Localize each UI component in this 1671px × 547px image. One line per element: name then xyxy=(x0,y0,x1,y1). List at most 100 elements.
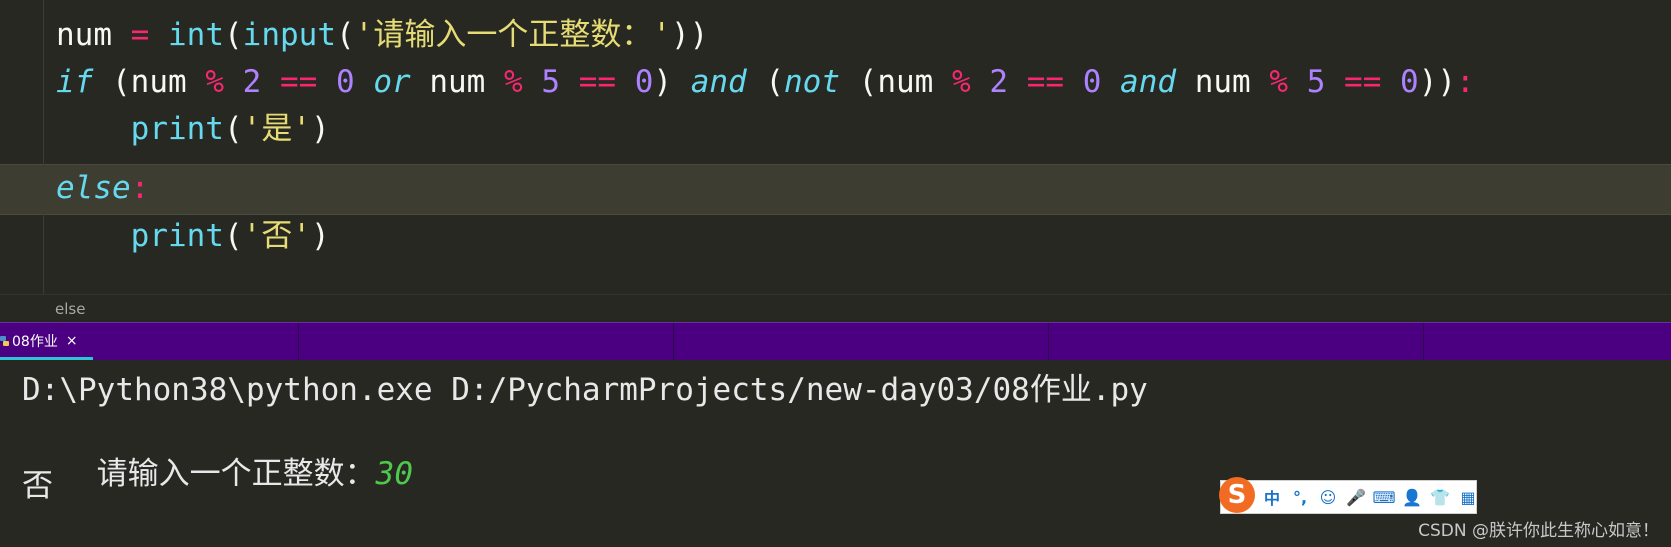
code-token: 2 xyxy=(989,64,1009,100)
code-token: int xyxy=(168,17,224,53)
code-token: '请输入一个正整数：' xyxy=(354,17,671,53)
code-token: 0 xyxy=(634,64,654,100)
code-token: == xyxy=(1344,64,1382,100)
csdn-watermark: CSDN @朕许你此生称心如意！ xyxy=(1418,521,1659,541)
code-line-1[interactable]: num = int(input('请输入一个正整数：')) xyxy=(56,10,708,60)
code-token: % xyxy=(1269,64,1289,100)
code-token: == xyxy=(1026,64,1065,100)
code-token: num xyxy=(1176,64,1270,100)
code-token: ) xyxy=(653,64,691,100)
keyboard-icon[interactable]: ⌨ xyxy=(1372,486,1395,508)
chinese-mode-icon[interactable]: 中 xyxy=(1261,486,1283,508)
code-token: ( xyxy=(336,17,355,53)
current-line-highlight xyxy=(0,164,1671,215)
code-token: if xyxy=(56,64,94,100)
code-token: = xyxy=(130,17,150,53)
code-token: or xyxy=(373,64,411,100)
console-prompt-line[interactable]: 请输入一个正整数：30 xyxy=(22,412,413,529)
code-token: 0 xyxy=(336,64,355,100)
code-token: ( xyxy=(746,64,785,100)
code-token: and xyxy=(690,64,747,100)
code-token: % xyxy=(205,64,224,100)
code-token: '是' xyxy=(242,111,311,147)
code-token: : xyxy=(130,170,150,206)
code-token: 0 xyxy=(1082,64,1102,100)
tab-label: 08作业 xyxy=(12,334,58,350)
code-token: 5 xyxy=(1306,64,1326,100)
tab-separator xyxy=(298,323,299,361)
code-token: ( xyxy=(223,218,243,254)
emoji-icon[interactable]: ☺ xyxy=(1317,486,1339,508)
code-token: )) xyxy=(671,17,709,53)
user-icon[interactable]: 👤 xyxy=(1401,486,1423,508)
code-line-3[interactable]: print('是') xyxy=(56,104,330,154)
skin-shirt-icon[interactable]: 👕 xyxy=(1429,486,1451,508)
console-prompt: 请输入一个正整数： xyxy=(96,456,376,492)
code-token: )) xyxy=(1418,64,1457,100)
code-token: == xyxy=(280,64,318,100)
code-token: 2 xyxy=(242,64,262,100)
sogou-logo-icon[interactable]: S xyxy=(1219,477,1255,513)
breadcrumb-bar: else xyxy=(0,294,1671,323)
code-token: '否' xyxy=(242,218,311,254)
code-token: num xyxy=(56,17,131,53)
code-line-4[interactable]: else: xyxy=(56,163,149,213)
console-input-value: 30 xyxy=(375,456,413,492)
code-token: == xyxy=(578,64,617,100)
console-command-line: D:\Python38\python.exe D:/PycharmProject… xyxy=(22,372,1148,408)
breadcrumb[interactable]: else xyxy=(55,300,85,318)
tab-separator xyxy=(1423,323,1424,361)
code-token: input xyxy=(242,17,336,53)
console-output-line: 否 xyxy=(22,468,53,504)
code-token: (num xyxy=(840,64,952,100)
python-file-icon xyxy=(0,336,9,346)
code-token: 5 xyxy=(541,64,561,100)
ime-toolbar[interactable]: S 中 °, ☺ 🎤 ⌨ 👤 👕 ▦ xyxy=(1219,477,1479,514)
grid-menu-icon[interactable]: ▦ xyxy=(1457,486,1479,508)
code-token: 0 xyxy=(1400,64,1419,100)
code-token: num xyxy=(410,64,504,100)
microphone-icon[interactable]: 🎤 xyxy=(1345,486,1367,508)
code-editor[interactable]: num = int(input('请输入一个正整数：')) if (num % … xyxy=(0,0,1671,294)
close-icon[interactable]: × xyxy=(66,333,78,349)
code-token: not xyxy=(784,64,841,100)
tab-08-homework[interactable]: 08作业 × xyxy=(0,323,93,361)
code-token: : xyxy=(1456,64,1475,100)
code-line-5[interactable]: print('否') xyxy=(56,211,330,261)
tab-separator xyxy=(1048,323,1049,361)
code-token: else xyxy=(56,170,131,206)
code-token: print xyxy=(130,111,224,147)
tab-separator xyxy=(673,323,674,361)
code-token: ) xyxy=(310,218,330,254)
code-token: % xyxy=(952,64,971,100)
code-token: ) xyxy=(310,111,330,147)
code-token: print xyxy=(130,218,224,254)
code-token: (num xyxy=(93,64,206,100)
code-token: ( xyxy=(224,17,243,53)
run-tabbar: 08作业 × xyxy=(0,322,1671,362)
code-token: % xyxy=(504,64,523,100)
ime-toolbar-items: 中 °, ☺ 🎤 ⌨ 👤 👕 ▦ xyxy=(1261,481,1479,513)
gutter-divider xyxy=(43,0,44,294)
code-token: and xyxy=(1120,64,1177,100)
code-token: ( xyxy=(223,111,243,147)
code-line-2[interactable]: if (num % 2 == 0 or num % 5 == 0) and (n… xyxy=(56,57,1475,107)
punctuation-icon[interactable]: °, xyxy=(1289,486,1311,508)
